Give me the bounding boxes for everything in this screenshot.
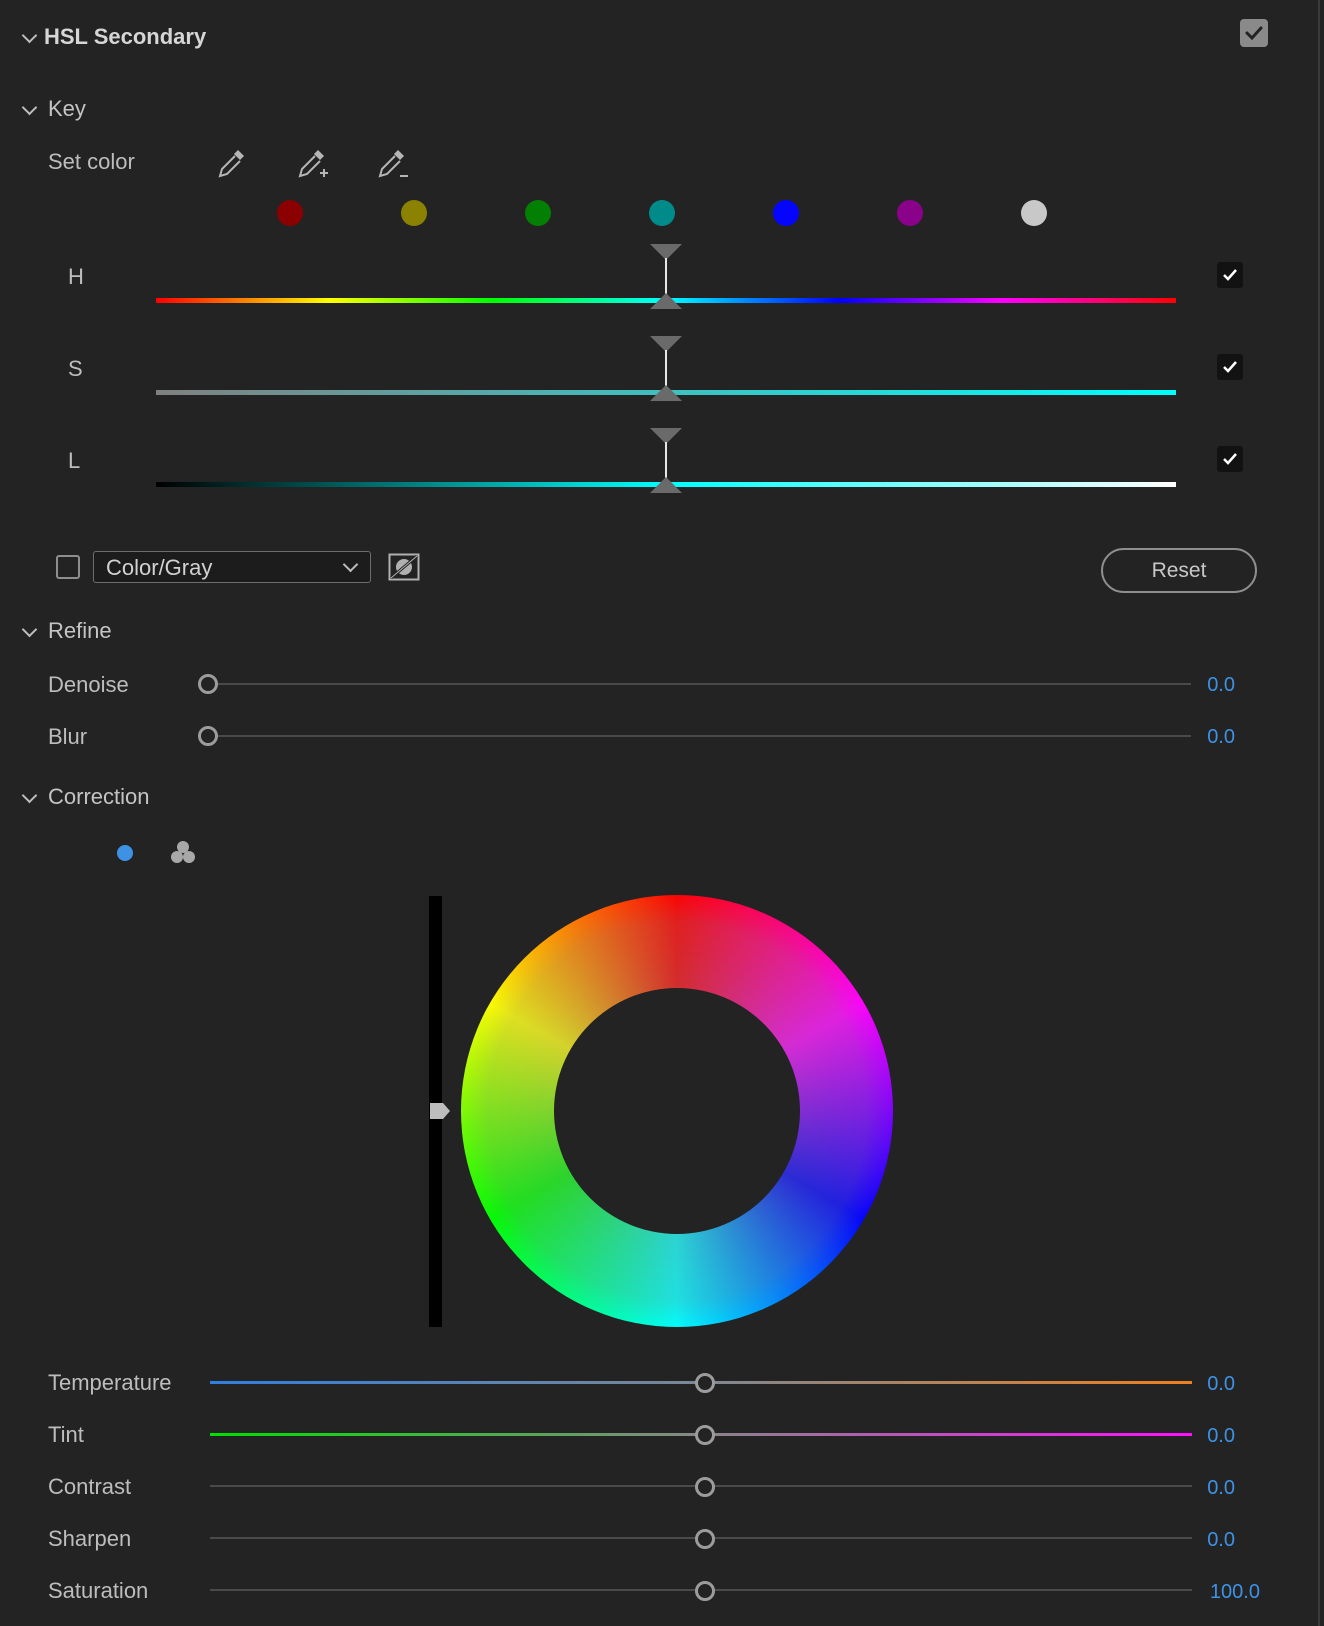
denoise-label: Denoise [48,672,129,697]
blur-track[interactable] [218,735,1191,737]
saturation-knob[interactable] [695,1581,715,1601]
swatch-magenta[interactable] [897,200,923,226]
tint-knob[interactable] [695,1425,715,1445]
tint-value[interactable]: 0.0 [1155,1425,1235,1448]
swatch-blue[interactable] [773,200,799,226]
luminance-checkbox[interactable] [1217,446,1243,472]
luminance-label: L [68,448,81,473]
sharpen-value[interactable]: 0.0 [1155,1529,1235,1552]
invert-mask-icon[interactable] [388,553,420,581]
correction-chevron-icon[interactable] [21,787,38,804]
blur-label: Blur [48,724,88,749]
sharpen-label: Sharpen [48,1526,132,1551]
color-wheel[interactable] [461,895,893,1327]
check-icon [1223,269,1237,281]
enable-checkbox[interactable] [1240,19,1268,47]
saturation-label: Saturation [48,1578,149,1603]
saturation-bottom-handle[interactable] [650,385,682,401]
swatch-yellow[interactable] [401,200,427,226]
temperature-value[interactable]: 0.0 [1155,1373,1235,1396]
denoise-knob[interactable] [198,674,218,694]
eyedropper-add-icon[interactable] [294,146,332,184]
saturation-checkbox[interactable] [1217,354,1243,380]
swatch-white[interactable] [1021,200,1047,226]
eyedropper-icon[interactable] [214,146,248,180]
hue-checkbox[interactable] [1217,262,1243,288]
temperature-label: Temperature [48,1370,172,1395]
set-color-label: Set color [48,149,135,174]
hue-center-line [665,258,667,294]
panel-edge [1318,0,1320,1626]
sharpen-knob[interactable] [695,1529,715,1549]
hue-label: H [68,264,84,289]
correction-heading: Correction [48,784,150,809]
three-way-mode-icon[interactable] [168,838,198,868]
chevron-down-icon [342,556,359,573]
check-icon [1223,453,1237,465]
eyedropper-subtract-icon[interactable] [374,146,412,184]
key-heading: Key [48,96,86,121]
reset-button[interactable]: Reset [1101,548,1257,593]
luma-slider-handle[interactable] [429,1101,451,1121]
swatch-red[interactable] [277,200,303,226]
display-mode-dropdown[interactable]: Color/Gray [93,551,371,583]
refine-heading: Refine [48,618,112,643]
saturation-key-label: S [68,356,83,381]
display-mode-value: Color/Gray [106,555,213,580]
contrast-label: Contrast [48,1474,132,1499]
denoise-track[interactable] [218,683,1191,685]
denoise-value[interactable]: 0.0 [1155,674,1235,697]
tint-label: Tint [48,1422,84,1447]
swatch-green[interactable] [525,200,551,226]
panel-title: HSL Secondary [44,24,207,49]
single-wheel-mode-icon[interactable] [117,845,133,861]
blur-value[interactable]: 0.0 [1155,726,1235,749]
hue-bottom-handle[interactable] [650,293,682,309]
temperature-knob[interactable] [695,1373,715,1393]
refine-chevron-icon[interactable] [21,621,38,638]
contrast-value[interactable]: 0.0 [1155,1477,1235,1500]
swatch-cyan[interactable] [649,200,675,226]
luminance-bottom-handle[interactable] [650,477,682,493]
color-wheel-center [554,988,800,1234]
blur-knob[interactable] [198,726,218,746]
check-icon [1245,26,1263,41]
show-mask-checkbox[interactable] [56,555,80,579]
check-icon [1223,361,1237,373]
collapse-chevron-icon[interactable] [21,27,38,44]
saturation-value[interactable]: 100.0 [1180,1581,1260,1604]
contrast-knob[interactable] [695,1477,715,1497]
saturation-center-line [665,350,667,386]
key-chevron-icon[interactable] [21,99,38,116]
luminance-center-line [665,442,667,478]
